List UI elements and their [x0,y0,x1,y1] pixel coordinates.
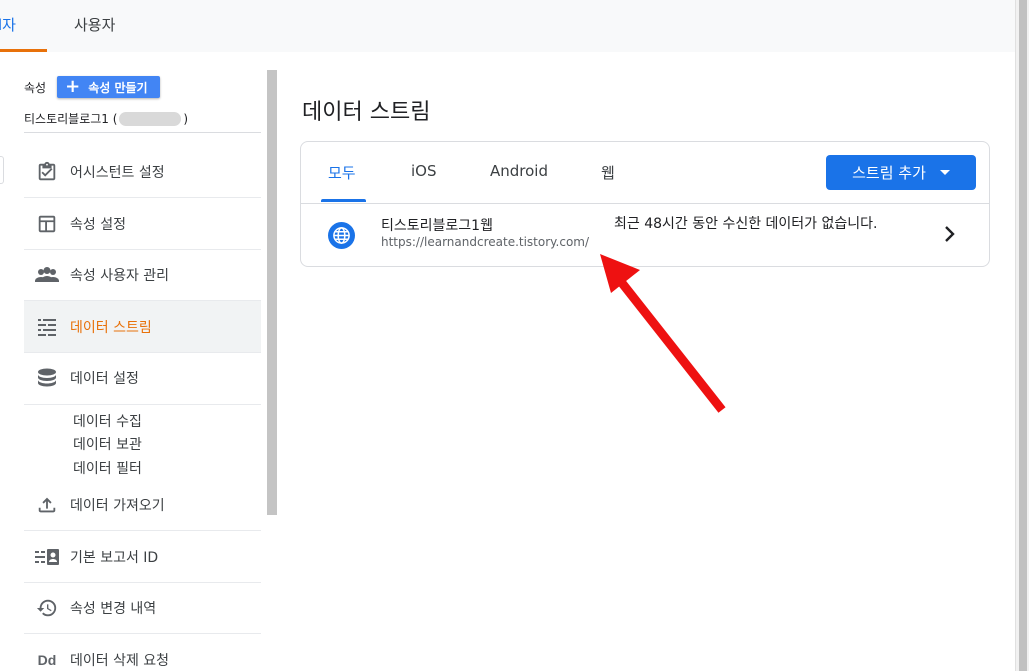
sidebar-item-label: 데이터 삭제 요청 [70,653,170,669]
upload-icon [24,494,70,516]
tab-active-underline [321,199,366,202]
tab-all[interactable]: 모두 [328,162,356,183]
divider [24,404,261,405]
add-stream-button[interactable]: 스트림 추가 [826,155,976,190]
sidebar-subitem-data-collection[interactable]: 데이터 수집 [73,411,142,431]
window-scrollbar[interactable] [1015,0,1029,671]
tab-property[interactable]: l자 [0,0,16,52]
sidebar-subitem-data-filters[interactable]: 데이터 필터 [73,458,142,478]
redacted-id [119,111,182,126]
sidebar-item-data-deletion-requests[interactable]: Dd 데이터 삭제 요청 [24,634,261,671]
sidebar-item-label: 데이터 스트림 [70,319,152,336]
chevron-right-icon[interactable] [941,224,959,248]
sidebar-item-assistant-setup[interactable]: 어시스턴트 설정 [24,146,261,198]
layout-icon [24,213,70,235]
tab-android[interactable]: Android [490,162,548,180]
tab-web[interactable]: 웹 [601,162,615,183]
create-property-label: 속성 만들기 [88,80,148,95]
collapsed-panel-edge[interactable] [0,156,4,184]
sidebar-item-label: 어시스턴트 설정 [70,164,165,181]
sidebar-item-property-user-management[interactable]: 속성 사용자 관리 [24,249,261,301]
divider [24,132,261,133]
database-icon [24,367,70,389]
property-name-suffix: ) [183,111,189,126]
stream-row[interactable]: 티스토리블로그1웹 https://learnandcreate.tistory… [301,204,989,266]
property-selector[interactable]: 티스토리블로그1 () [24,110,188,127]
add-stream-label: 스트림 추가 [852,164,926,182]
create-property-button[interactable]: + 속성 만들기 [57,76,160,98]
tab-active-underline [0,49,47,52]
plus-icon: + [65,76,81,97]
data-streams-card: 모두 iOS Android 웹 스트림 추가 티스토리블로그1웹 https:… [300,141,990,267]
sidebar-scrollbar[interactable] [267,70,277,515]
sidebar-item-label: 기본 보고서 ID [70,549,159,566]
sidebar-item-label: 데이터 설정 [70,371,139,387]
property-row: 속성 + 속성 만들기 [24,76,160,98]
property-label: 속성 [24,80,47,95]
window-scrollbar-thumb[interactable] [1019,0,1027,671]
sidebar-item-reporting-id[interactable]: 기본 보고서 ID [24,531,261,583]
top-tab-bar: l자 사용자 [0,0,1015,52]
sidebar-subitem-data-retention[interactable]: 데이터 보관 [73,434,142,454]
id-card-icon [24,548,70,566]
tab-users[interactable]: 사용자 [74,0,115,52]
clipboard-check-icon [24,161,70,183]
people-icon [24,264,70,286]
stream-url: https://learnandcreate.tistory.com/ [381,235,590,249]
stream-name: 티스토리블로그1웹 [381,218,493,234]
property-name: 티스토리블로그1 ( [24,112,118,126]
sidebar-item-data-settings[interactable]: 데이터 설정 [24,352,261,404]
globe-icon [328,222,355,249]
sidebar-item-label: 속성 변경 내역 [70,600,157,617]
sidebar-item-data-streams[interactable]: 데이터 스트림 [24,301,261,353]
page-title: 데이터 스트림 [302,100,431,125]
sidebar-item-property-settings[interactable]: 속성 설정 [24,198,261,250]
tab-ios[interactable]: iOS [411,162,437,180]
sidebar-item-property-change-history[interactable]: 속성 변경 내역 [24,582,261,634]
sidebar-item-data-import[interactable]: 데이터 가져오기 [24,479,261,531]
sidebar-item-label: 속성 설정 [70,216,126,233]
sidebar-item-label: 데이터 가져오기 [70,497,165,514]
dd-icon: Dd [37,652,57,668]
stream-status: 최근 48시간 동안 수신한 데이터가 없습니다. [614,216,878,232]
history-icon [24,597,70,619]
streams-icon [24,316,70,338]
caret-down-icon [939,170,950,175]
sidebar-item-label: 속성 사용자 관리 [70,267,170,284]
